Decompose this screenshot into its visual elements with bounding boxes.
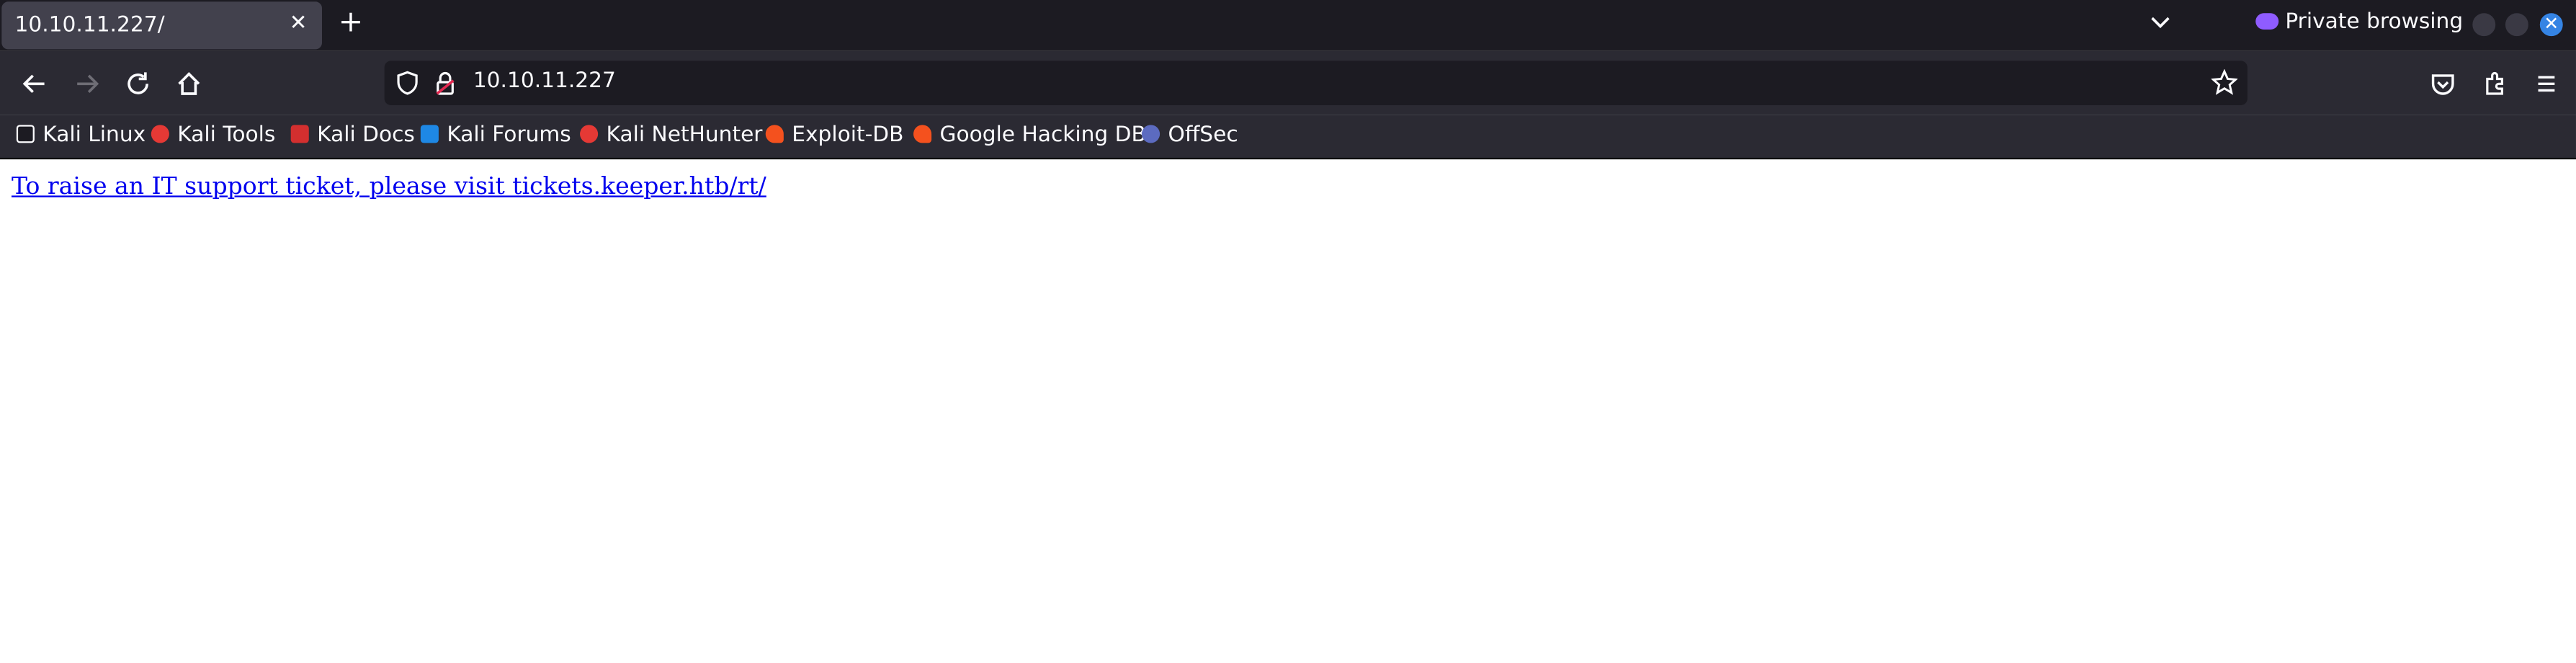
window-close-button[interactable]: ✕ [2539, 13, 2563, 37]
insecure-lock-icon[interactable] [435, 71, 455, 95]
kali-nethunter-icon [580, 125, 599, 143]
google-hacking-db-icon [913, 125, 932, 143]
bookmark-exploit-db[interactable]: Exploit-DB [765, 123, 903, 148]
minimize-button[interactable] [2472, 13, 2496, 37]
bookmark-google-hacking-db[interactable]: Google Hacking DB [913, 123, 1146, 148]
new-tab-button[interactable]: + [339, 6, 363, 40]
menu-hamburger-icon[interactable] [2531, 69, 2561, 99]
kali-tools-icon [151, 125, 169, 143]
pocket-icon[interactable] [2428, 69, 2458, 99]
forward-arrow-icon[interactable] [72, 69, 102, 99]
home-icon[interactable] [174, 69, 204, 99]
bookmark-kali-nethunter[interactable]: Kali NetHunter [580, 123, 763, 148]
back-arrow-icon[interactable] [19, 69, 49, 99]
bookmark-kali-linux[interactable]: Kali Linux [16, 123, 146, 148]
offsec-icon [1142, 125, 1160, 143]
bookmark-kali-forums[interactable]: Kali Forums [420, 123, 571, 148]
kali-forums-icon [420, 125, 439, 143]
url-bar[interactable]: 10.10.11.227 [384, 61, 2248, 105]
tab-active[interactable]: 10.10.11.227/ ✕ [1, 1, 322, 50]
url-text[interactable]: 10.10.11.227 [473, 69, 616, 94]
support-ticket-link[interactable]: To raise an IT support ticket, please vi… [12, 174, 766, 200]
bookmark-kali-tools[interactable]: Kali Tools [151, 123, 275, 148]
tab-strip: 10.10.11.227/ ✕ + Private browsing ✕ [0, 0, 2576, 51]
private-browsing-label: Private browsing [2285, 9, 2464, 35]
bookmark-kali-docs[interactable]: Kali Docs [290, 123, 415, 148]
exploit-db-icon [765, 125, 784, 143]
kali-docs-icon [290, 125, 309, 143]
private-browsing-indicator: Private browsing [2255, 10, 2463, 35]
tab-close-icon[interactable]: ✕ [290, 12, 308, 36]
tab-title: 10.10.11.227/ [14, 13, 165, 38]
bookmark-star-icon[interactable] [2211, 68, 2238, 95]
maximize-button[interactable] [2505, 13, 2528, 37]
bookmarks-toolbar: Kali Linux Kali Tools Kali Docs Kali For… [0, 115, 2576, 160]
private-mask-icon [2255, 13, 2279, 30]
bookmark-offsec[interactable]: OffSec [1142, 123, 1238, 148]
kali-dragon-icon [16, 125, 35, 143]
reload-icon[interactable] [123, 69, 153, 99]
page-content: To raise an IT support ticket, please vi… [0, 159, 2576, 663]
extensions-icon[interactable] [2481, 69, 2510, 99]
navigation-toolbar: 10.10.11.227 [0, 50, 2576, 115]
list-all-tabs-icon[interactable] [2149, 10, 2172, 33]
tracking-protection-shield-icon[interactable] [396, 71, 419, 95]
